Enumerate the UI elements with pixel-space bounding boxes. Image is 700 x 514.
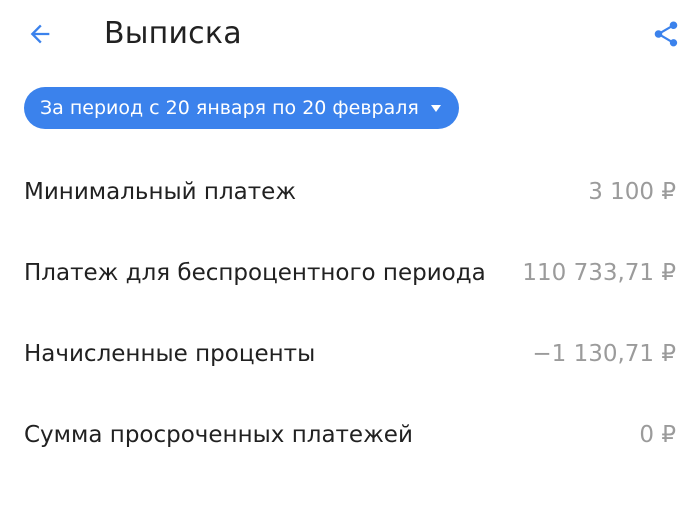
row-value: −1 130,71 ₽ xyxy=(532,341,676,367)
row-label: Начисленные проценты xyxy=(24,341,316,367)
row-value: 110 733,71 ₽ xyxy=(522,260,676,286)
list-item-accrued-interest: Начисленные проценты −1 130,71 ₽ xyxy=(0,314,700,395)
row-label: Платеж для беспроцентного периода xyxy=(24,260,486,286)
row-value: 0 ₽ xyxy=(639,422,676,448)
list-item-overdue-payments: Сумма просроченных платежей 0 ₽ xyxy=(0,395,700,476)
share-button[interactable] xyxy=(646,14,686,54)
arrow-left-icon xyxy=(30,24,50,44)
app-bar: Выписка xyxy=(0,0,700,70)
list-item-grace-period-payment: Платеж для беспроцентного периода 110 73… xyxy=(0,233,700,314)
list-item-minimum-payment: Минимальный платеж 3 100 ₽ xyxy=(0,152,700,233)
statement-list: Минимальный платеж 3 100 ₽ Платеж для бе… xyxy=(0,152,700,476)
row-value: 3 100 ₽ xyxy=(588,179,676,205)
page-title: Выписка xyxy=(104,16,242,51)
row-label: Сумма просроченных платежей xyxy=(24,422,413,448)
share-icon xyxy=(654,21,678,47)
statement-screen: Выписка За период с 20 января по 20 февр… xyxy=(0,0,700,514)
period-selector[interactable]: За период с 20 января по 20 февраля xyxy=(24,87,459,129)
caret-down-icon xyxy=(430,104,441,112)
row-label: Минимальный платеж xyxy=(24,179,297,205)
back-button[interactable] xyxy=(18,14,62,54)
period-label: За период с 20 января по 20 февраля xyxy=(40,97,419,119)
